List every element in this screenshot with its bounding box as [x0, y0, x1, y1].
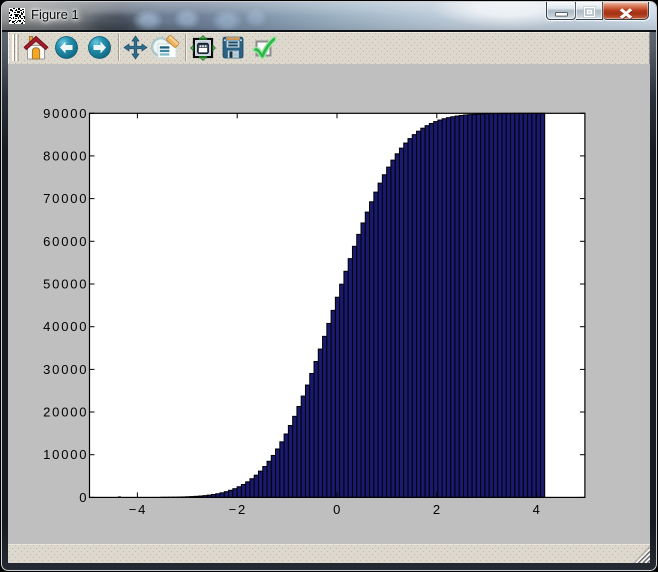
svg-text:−4: −4: [129, 502, 147, 517]
svg-text:0: 0: [333, 502, 342, 517]
svg-text:20000: 20000: [43, 405, 88, 420]
svg-text:−2: −2: [229, 502, 247, 517]
svg-text:0: 0: [79, 490, 88, 505]
svg-text:90000: 90000: [43, 106, 88, 121]
svg-text:50000: 50000: [43, 277, 88, 292]
svg-text:60000: 60000: [43, 234, 88, 249]
svg-text:80000: 80000: [43, 148, 88, 163]
svg-text:70000: 70000: [43, 191, 88, 206]
svg-text:4: 4: [533, 502, 542, 517]
svg-text:30000: 30000: [43, 362, 88, 377]
svg-text:10000: 10000: [43, 447, 88, 462]
svg-text:40000: 40000: [43, 319, 88, 334]
svg-text:2: 2: [433, 502, 442, 517]
